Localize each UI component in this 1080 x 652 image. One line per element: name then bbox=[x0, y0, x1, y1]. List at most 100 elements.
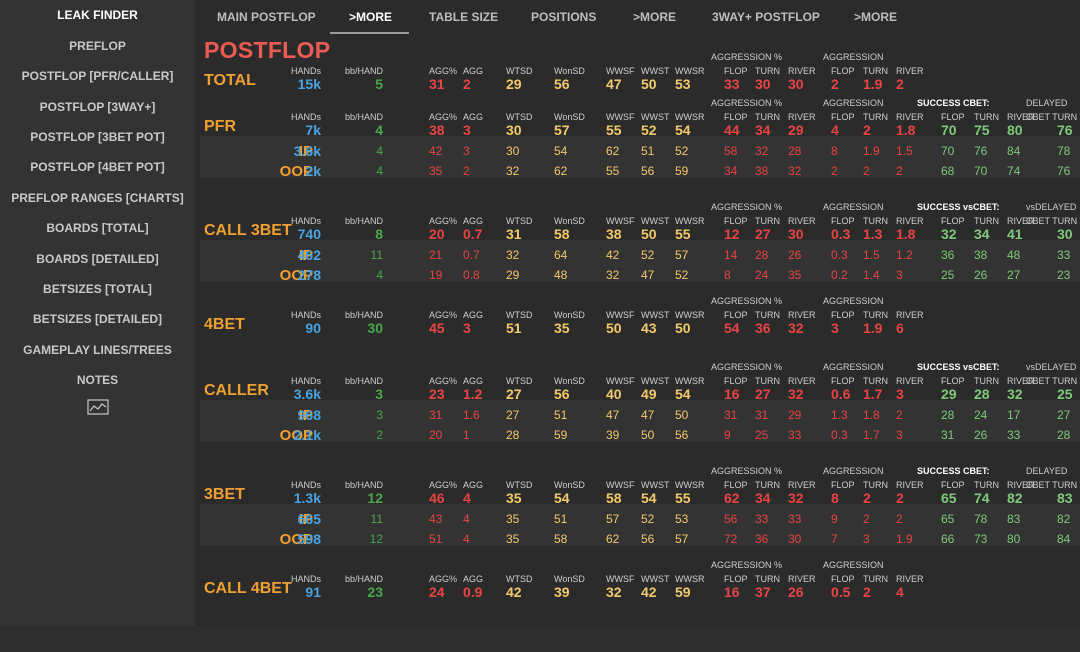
value-aggpct-turn: 33 bbox=[755, 512, 769, 526]
value-wwst: 51 bbox=[641, 144, 655, 158]
value-wwsr: 50 bbox=[675, 320, 691, 336]
value-wonsd: 54 bbox=[554, 144, 568, 158]
header-agg-pct: AGG% bbox=[429, 574, 458, 584]
value-aggpct-turn: 27 bbox=[755, 386, 771, 402]
value-wtsd: 51 bbox=[506, 320, 522, 336]
value-succ-turn: 34 bbox=[974, 226, 990, 242]
value-succ-turn: 75 bbox=[974, 122, 990, 138]
value-agg: 1.6 bbox=[463, 408, 480, 422]
sidebar-item-boards-detailed[interactable]: BOARDS [DETAILED] bbox=[0, 252, 195, 266]
sidebar-item-preflop-ranges-charts[interactable]: PREFLOP RANGES [CHARTS] bbox=[0, 191, 195, 205]
header-wwst: WWST bbox=[641, 66, 670, 76]
tab-positions-3[interactable]: POSITIONS bbox=[531, 10, 596, 24]
tab-table-size-2[interactable]: TABLE SIZE bbox=[429, 10, 498, 24]
group-label-success: SUCCESS vsCBET: bbox=[917, 202, 1000, 212]
value-succ-turn: 28 bbox=[974, 386, 990, 402]
header-wwst: WWST bbox=[641, 574, 670, 584]
value-wtsd: 35 bbox=[506, 490, 522, 506]
header-agg: AGG bbox=[463, 112, 484, 122]
value-agg-pct: 20 bbox=[429, 428, 443, 442]
sidebar-title-leak-finder[interactable]: LEAK FINDER bbox=[0, 8, 195, 22]
value-bb-hand: 11 bbox=[370, 248, 383, 262]
sidebar-item-boards-total[interactable]: BOARDS [TOTAL] bbox=[0, 221, 195, 235]
sidebar-item-notes[interactable]: NOTES bbox=[0, 373, 195, 387]
header-agg-pct: AGG% bbox=[429, 112, 458, 122]
sidebar-item-gameplay-lines-trees[interactable]: GAMEPLAY LINES/TREES bbox=[0, 343, 195, 357]
value-succ-flop: 29 bbox=[941, 386, 957, 402]
sidebar-item-postflop-pfr-caller[interactable]: POSTFLOP [PFR/CALLER] bbox=[0, 69, 195, 83]
value-wwsr: 53 bbox=[675, 76, 691, 92]
value-agg-turn: 2 bbox=[863, 584, 871, 600]
value-agg-pct: 24 bbox=[429, 584, 445, 600]
value-agg-flop: 0.3 bbox=[831, 428, 848, 442]
value-aggpct-flop: 31 bbox=[724, 408, 738, 422]
section-title-pfr: PFR bbox=[204, 118, 236, 135]
value-succ-river: 80 bbox=[1007, 122, 1023, 138]
value-hands: 15k bbox=[297, 76, 321, 92]
value-agg: 2 bbox=[463, 76, 471, 92]
value-agg-turn: 1.3 bbox=[863, 226, 883, 242]
value-succ-flop: 66 bbox=[941, 532, 955, 546]
header-delayed-cbet-turn: CBET TURN bbox=[1026, 112, 1078, 122]
value-agg-flop: 2 bbox=[831, 76, 839, 92]
header-agg: AGG bbox=[463, 216, 484, 226]
value-agg-turn: 2 bbox=[863, 164, 870, 178]
header-agg: AGG bbox=[463, 66, 484, 76]
value-hands: 1.3k bbox=[293, 490, 321, 506]
value-succ-turn: 74 bbox=[974, 490, 990, 506]
value-agg: 4 bbox=[463, 490, 471, 506]
value-aggpct-turn: 34 bbox=[755, 490, 771, 506]
section-title-4bet: 4BET bbox=[204, 316, 245, 333]
value-agg-pct: 20 bbox=[429, 226, 445, 242]
header-wwsr: WWSR bbox=[675, 574, 705, 584]
header-agg-turn: TURN bbox=[863, 376, 888, 386]
value-wonsd: 58 bbox=[554, 226, 570, 242]
sidebar-item-postflop-3bet-pot[interactable]: POSTFLOP [3BET POT] bbox=[0, 130, 195, 144]
group-label-aggression-pct: AGGRESSION % bbox=[711, 560, 783, 570]
value-agg-pct: 42 bbox=[429, 144, 443, 158]
value-agg-flop: 0.6 bbox=[831, 386, 851, 402]
value-wtsd: 30 bbox=[506, 144, 520, 158]
sidebar-item-postflop-3way[interactable]: POSTFLOP [3WAY+] bbox=[0, 100, 195, 114]
value-wtsd: 28 bbox=[506, 428, 520, 442]
sidebar-item-preflop[interactable]: PREFLOP bbox=[0, 39, 195, 53]
tab-more-4[interactable]: >MORE bbox=[633, 10, 676, 24]
sidebar-item-betsizes-detailed[interactable]: BETSIZES [DETAILED] bbox=[0, 312, 195, 326]
sidebar-item-betsizes-total[interactable]: BETSIZES [TOTAL] bbox=[0, 282, 195, 296]
header-wwst: WWST bbox=[641, 310, 670, 320]
header-agg-river: RIVER bbox=[896, 216, 924, 226]
header-agg-flop: FLOP bbox=[831, 310, 855, 320]
value-agg-turn: 1.4 bbox=[863, 268, 880, 282]
value-agg-river: 6 bbox=[896, 320, 904, 336]
section-call-4bet: AGGRESSION % AGGRESSION HANDs bb/HAND AGG% AG… bbox=[195, 560, 1080, 652]
value-wwsr: 53 bbox=[675, 512, 689, 526]
value-wwsf: 62 bbox=[606, 532, 620, 546]
header-succ-turn: TURN bbox=[974, 216, 999, 226]
header-wtsd: WTSD bbox=[506, 480, 533, 490]
value-bb-hand: 12 bbox=[369, 532, 383, 546]
tab-main-postflop-0[interactable]: MAIN POSTFLOP bbox=[217, 10, 316, 24]
value-wwst: 52 bbox=[641, 122, 657, 138]
value-succ-flop: 32 bbox=[941, 226, 957, 242]
tab-more-6[interactable]: >MORE bbox=[854, 10, 897, 24]
tab-3way-postflop-5[interactable]: 3WAY+ POSTFLOP bbox=[712, 10, 820, 24]
header-agg-turn: TURN bbox=[863, 574, 888, 584]
value-aggpct-turn: 30 bbox=[755, 76, 771, 92]
value-wwsr: 56 bbox=[675, 428, 689, 442]
value-aggpct-river: 29 bbox=[788, 122, 804, 138]
value-aggpct-turn: 38 bbox=[755, 164, 769, 178]
header-aggpct-flop: FLOP bbox=[724, 112, 748, 122]
line-chart-icon[interactable] bbox=[87, 399, 109, 415]
value-aggpct-turn: 27 bbox=[755, 226, 771, 242]
value-succ-flop: 25 bbox=[941, 268, 955, 282]
header-aggpct-turn: TURN bbox=[755, 112, 780, 122]
sidebar-item-postflop-4bet-pot[interactable]: POSTFLOP [4BET POT] bbox=[0, 160, 195, 174]
value-succ-river: 17 bbox=[1007, 408, 1021, 422]
tab-more-1[interactable]: >MORE bbox=[349, 10, 392, 24]
value-wonsd: 56 bbox=[554, 386, 570, 402]
value-aggpct-turn: 25 bbox=[755, 428, 769, 442]
value-agg: 0.7 bbox=[463, 226, 483, 242]
active-tab-indicator bbox=[330, 32, 409, 34]
value-agg-flop: 0.3 bbox=[831, 248, 848, 262]
value-agg-river: 2 bbox=[896, 164, 903, 178]
